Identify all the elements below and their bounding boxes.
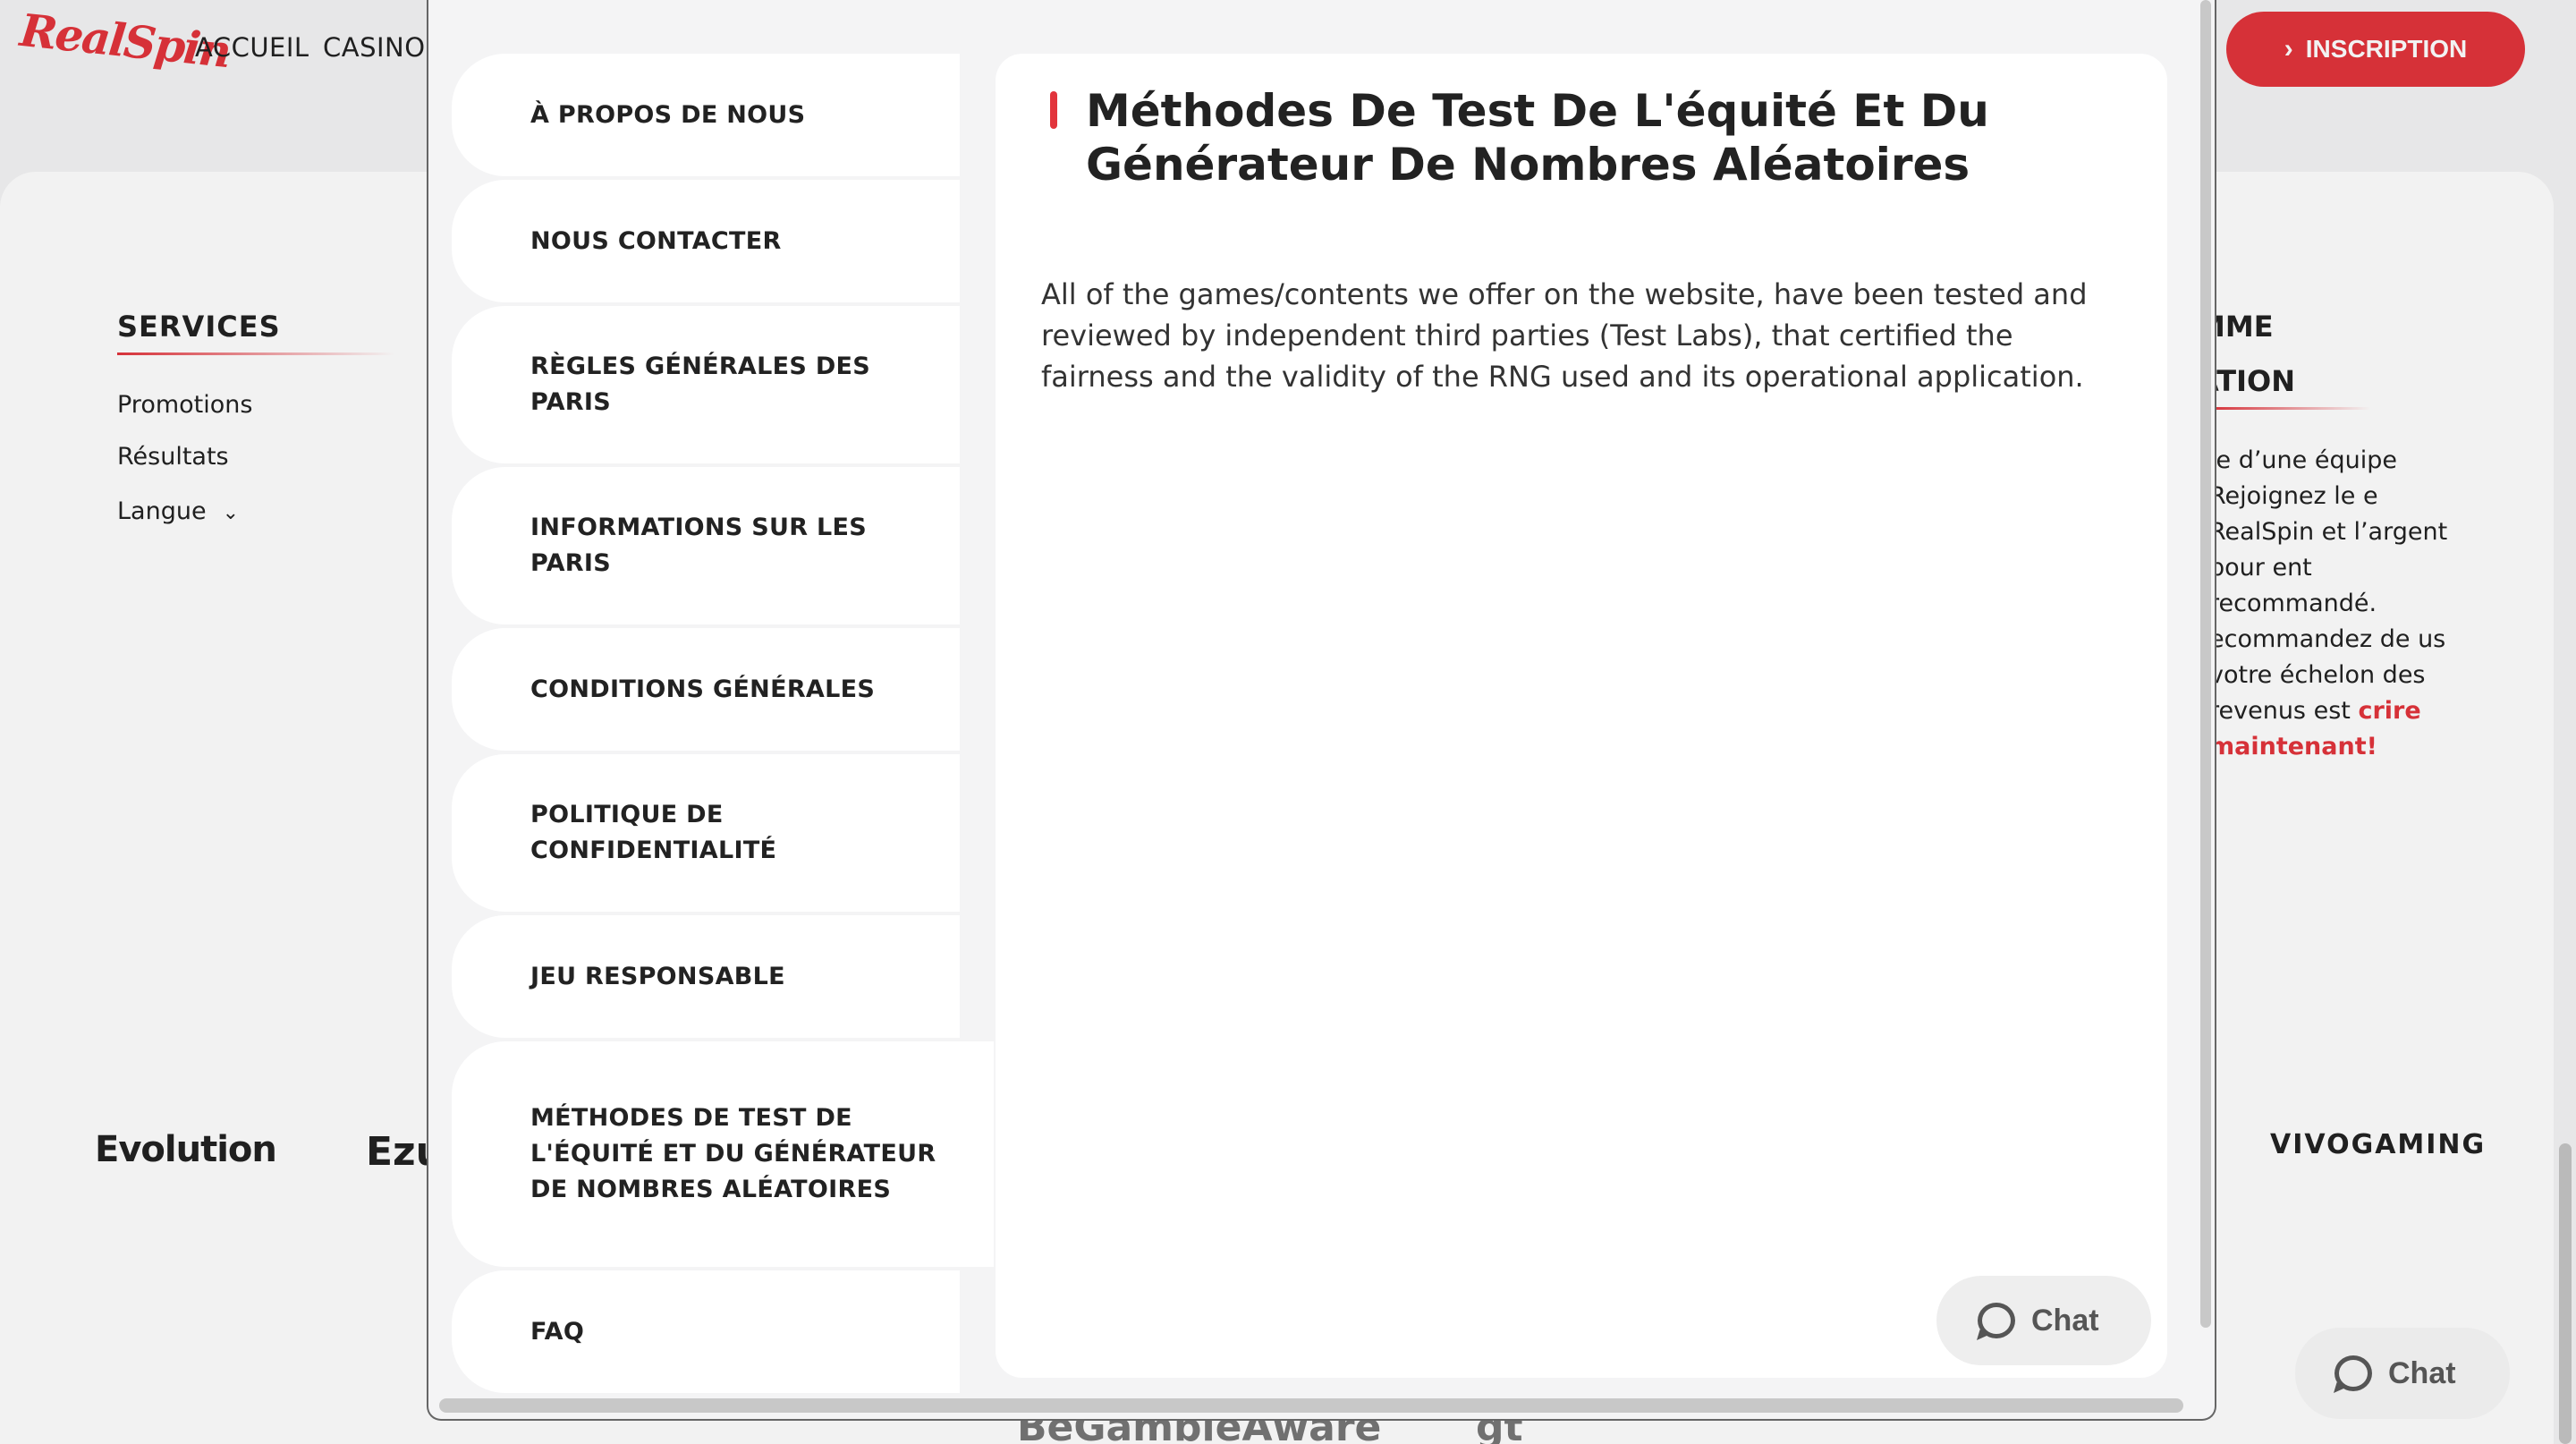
menu-item-label: RÈGLES GÉNÉRALES DES PARIS [530, 353, 871, 416]
modal-horizontal-scrollbar[interactable] [439, 1398, 2183, 1413]
chat-bubble-icon [1978, 1303, 2015, 1338]
menu-item-label: POLITIQUE DE CONFIDENTIALITÉ [530, 801, 777, 864]
menu-item-label: MÉTHODES DE TEST DE L'ÉQUITÉ ET DU GÉNÉR… [530, 1104, 936, 1203]
title-accent-bar [1050, 91, 1057, 129]
chat-bubble-icon [2334, 1355, 2372, 1391]
menu-item-terms[interactable]: CONDITIONS GÉNÉRALES [452, 628, 960, 751]
menu-item-label: À PROPOS DE NOUS [530, 100, 806, 129]
chat-button-modal[interactable]: Chat [1936, 1276, 2151, 1365]
menu-item-betting-rules[interactable]: RÈGLES GÉNÉRALES DES PARIS [452, 306, 960, 463]
modal-vertical-scrollbar[interactable] [2200, 0, 2211, 1328]
chat-button-page[interactable]: Chat [2295, 1328, 2510, 1419]
chat-label: Chat [2031, 1303, 2099, 1338]
info-menu: À PROPOS DE NOUS NOUS CONTACTER RÈGLES G… [452, 54, 994, 1397]
menu-item-privacy[interactable]: POLITIQUE DE CONFIDENTIALITÉ [452, 754, 960, 912]
menu-item-contact[interactable]: NOUS CONTACTER [452, 180, 960, 302]
content-panel: Méthodes De Test De L'équité Et Du Génér… [996, 54, 2167, 1378]
menu-item-fairness-rng[interactable]: MÉTHODES DE TEST DE L'ÉQUITÉ ET DU GÉNÉR… [452, 1041, 994, 1267]
menu-item-betting-info[interactable]: INFORMATIONS SUR LES PARIS [452, 467, 960, 624]
menu-item-label: NOUS CONTACTER [530, 226, 782, 255]
menu-item-label: JEU RESPONSABLE [530, 962, 785, 990]
menu-item-about[interactable]: À PROPOS DE NOUS [452, 54, 960, 176]
menu-item-faq[interactable]: FAQ [452, 1270, 960, 1393]
info-modal: À PROPOS DE NOUS NOUS CONTACTER RÈGLES G… [427, 0, 2216, 1421]
menu-item-label: INFORMATIONS SUR LES PARIS [530, 514, 868, 577]
chat-label: Chat [2388, 1355, 2456, 1390]
menu-item-label: CONDITIONS GÉNÉRALES [530, 675, 876, 703]
menu-item-responsible-gaming[interactable]: JEU RESPONSABLE [452, 915, 960, 1038]
menu-item-label: FAQ [530, 1317, 585, 1346]
page-title: Méthodes De Test De L'équité Et Du Génér… [1086, 85, 1989, 191]
content-body: All of the games/contents we offer on th… [1041, 277, 2088, 394]
